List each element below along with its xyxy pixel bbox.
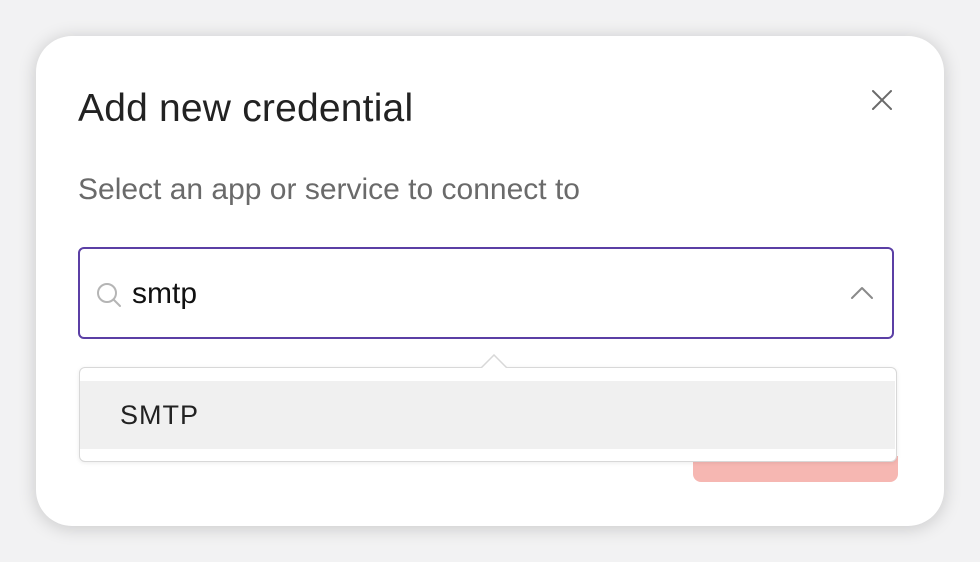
close-icon <box>872 90 892 110</box>
dropdown-pointer <box>481 354 507 368</box>
add-credential-dialog: Add new credential Select an app or serv… <box>36 36 944 526</box>
app-search-input[interactable] <box>132 269 832 319</box>
dialog-subtitle: Select an app or service to connect to <box>78 173 580 206</box>
option-smtp[interactable]: SMTP <box>80 381 895 449</box>
search-icon <box>97 283 121 307</box>
chevron-up-icon[interactable] <box>850 285 874 301</box>
app-options-dropdown: SMTP <box>79 367 897 462</box>
dialog-title: Add new credential <box>78 87 414 130</box>
option-label: SMTP <box>120 400 200 430</box>
close-button[interactable] <box>868 86 896 114</box>
app-search-select[interactable] <box>78 247 894 339</box>
